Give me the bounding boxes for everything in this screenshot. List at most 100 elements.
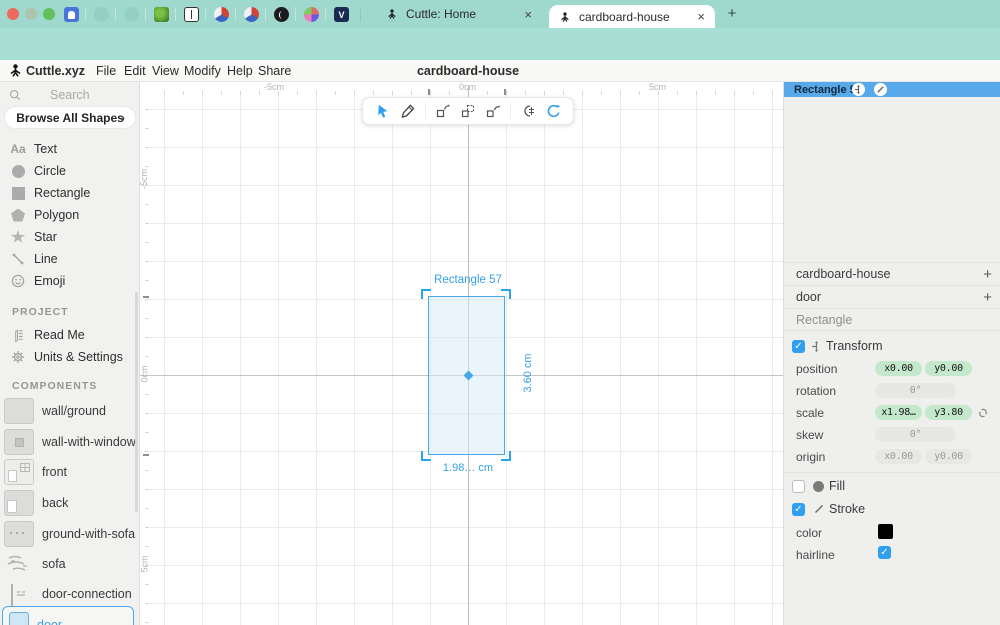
transform-copy-tool-icon[interactable] bbox=[430, 100, 455, 122]
menu-modify[interactable]: Modify bbox=[184, 64, 221, 78]
shape-label: Text bbox=[34, 142, 57, 156]
width-dimension-label[interactable]: 1.98… cm bbox=[408, 462, 528, 474]
rotation-field[interactable]: 0° bbox=[875, 383, 956, 398]
project-item-readme[interactable]: Read Me bbox=[0, 324, 139, 346]
transform-checkbox[interactable]: ✓ bbox=[792, 340, 805, 353]
origin-y-field[interactable]: y0.00 bbox=[925, 449, 972, 464]
pinned-extension-icon[interactable] bbox=[124, 7, 139, 22]
selection-corner-handle[interactable] bbox=[421, 289, 431, 299]
browse-label: Browse All Shapes bbox=[16, 110, 124, 125]
select-tool-icon[interactable] bbox=[370, 100, 395, 122]
search-field[interactable] bbox=[0, 85, 139, 104]
scale-x-field[interactable]: x1.98… bbox=[875, 405, 922, 420]
ruler-label: 0cm bbox=[139, 365, 150, 383]
pinned-extension-icon[interactable] bbox=[304, 7, 319, 22]
stroke-checkbox[interactable]: ✓ bbox=[792, 503, 805, 516]
fill-swatch-icon[interactable] bbox=[813, 481, 824, 492]
new-tab-button[interactable]: + bbox=[722, 4, 742, 24]
shape-item-polygon[interactable]: Polygon bbox=[0, 204, 139, 226]
menu-share[interactable]: Share bbox=[258, 64, 291, 78]
window-zoom-button[interactable] bbox=[43, 8, 55, 20]
add-icon[interactable]: + bbox=[983, 266, 992, 283]
browse-all-shapes-button[interactable]: Browse All Shapes › bbox=[4, 106, 136, 129]
pinned-extension-icon[interactable] bbox=[64, 7, 79, 22]
window-close-button[interactable] bbox=[7, 8, 19, 20]
component-label: front bbox=[42, 464, 68, 479]
stroke-color-swatch[interactable] bbox=[878, 524, 893, 539]
fill-checkbox[interactable] bbox=[792, 480, 805, 493]
tab-strip: V Cuttle: Home × cardboard-house × + bbox=[0, 0, 1000, 28]
stroke-label: Stroke bbox=[829, 502, 866, 516]
shape-item-line[interactable]: Line bbox=[0, 248, 139, 270]
pinned-extension-icon[interactable] bbox=[244, 7, 259, 22]
group-row-cardboard-house[interactable]: cardboard-house + bbox=[784, 262, 1000, 285]
component-thumbnail bbox=[4, 428, 34, 455]
shape-item-rectangle[interactable]: Rectangle bbox=[0, 182, 139, 204]
sidebar-scrollbar[interactable] bbox=[135, 292, 138, 512]
menu-file[interactable]: File bbox=[96, 64, 116, 78]
scale-copy-tool-icon[interactable] bbox=[455, 100, 480, 122]
browser-toolbar: ← → ↻ cuttle.xyz/@keremdiren/cardboard-h… bbox=[0, 28, 1000, 86]
component-thumbnail bbox=[4, 581, 34, 607]
component-item-door-connection[interactable]: door-connection bbox=[0, 579, 139, 608]
selection-corner-handle[interactable] bbox=[501, 451, 511, 461]
tab-close-icon[interactable]: × bbox=[524, 7, 532, 22]
cuttle-logo-icon[interactable] bbox=[8, 63, 23, 78]
menu-view[interactable]: View bbox=[152, 64, 179, 78]
brand-label[interactable]: Cuttle.xyz bbox=[26, 64, 85, 78]
selection-corner-handle[interactable] bbox=[421, 451, 431, 461]
component-item-sofa[interactable]: sofa bbox=[0, 549, 139, 578]
transform-header-icon[interactable] bbox=[852, 83, 865, 96]
component-thumbnail bbox=[4, 551, 34, 577]
menu-help[interactable]: Help bbox=[227, 64, 253, 78]
snap-grid-tool-icon[interactable] bbox=[515, 100, 540, 122]
hairline-checkbox[interactable]: ✓ bbox=[878, 546, 891, 559]
pinned-extension-icon[interactable] bbox=[184, 7, 199, 22]
rotate-copy-tool-icon[interactable] bbox=[481, 100, 506, 122]
tab-title: cardboard-house bbox=[579, 9, 670, 24]
shape-item-emoji[interactable]: Emoji bbox=[0, 270, 139, 292]
add-icon[interactable]: + bbox=[983, 289, 992, 306]
fill-section-row: Fill bbox=[784, 478, 1000, 500]
position-row: position x0.00 y0.00 bbox=[784, 358, 1000, 380]
window-minimize-button[interactable] bbox=[25, 8, 37, 20]
component-item-wall-with-window[interactable]: wall-with-window bbox=[0, 427, 139, 456]
pinned-extension-icon[interactable] bbox=[154, 7, 169, 22]
pinned-extension-icon[interactable]: V bbox=[334, 7, 349, 22]
skew-field[interactable]: 0° bbox=[875, 427, 956, 442]
pinned-extension-icon[interactable] bbox=[274, 7, 289, 22]
tab-cuttle-home[interactable]: Cuttle: Home × bbox=[376, 0, 542, 28]
project-item-units-settings[interactable]: Units & Settings bbox=[0, 346, 139, 368]
shape-item-circle[interactable]: Circle bbox=[0, 160, 139, 182]
scale-y-field[interactable]: y3.80 bbox=[925, 405, 972, 420]
shape-item-star[interactable]: Star bbox=[0, 226, 139, 248]
pinned-extension-icon[interactable] bbox=[94, 7, 109, 22]
scale-label: scale bbox=[796, 406, 825, 420]
height-dimension-label[interactable]: 3.60 cm bbox=[522, 337, 534, 409]
pinned-extension-icon[interactable] bbox=[214, 7, 229, 22]
transform-label: Transform bbox=[826, 339, 883, 353]
design-canvas[interactable]: -5cm 0cm 5cm -5cm 0cm 5cm bbox=[139, 82, 783, 625]
position-x-field[interactable]: x0.00 bbox=[875, 361, 922, 376]
chevron-right-icon: › bbox=[121, 110, 125, 125]
component-item-wall-ground[interactable]: wall/ground bbox=[0, 396, 139, 425]
pen-tool-icon[interactable] bbox=[395, 100, 420, 122]
tab-close-icon[interactable]: × bbox=[697, 9, 705, 24]
group-row-door[interactable]: door + bbox=[784, 285, 1000, 308]
component-item-front[interactable]: front bbox=[0, 457, 139, 486]
shape-item-text[interactable]: Aa Text bbox=[0, 138, 139, 160]
selection-corner-handle[interactable] bbox=[501, 289, 511, 299]
origin-x-field[interactable]: x0.00 bbox=[875, 449, 922, 464]
position-y-field[interactable]: y0.00 bbox=[925, 361, 972, 376]
link-scale-icon[interactable] bbox=[976, 406, 990, 420]
transform-section-row: ✓ Transform bbox=[784, 338, 1000, 360]
menu-edit[interactable]: Edit bbox=[124, 64, 146, 78]
project-label: Read Me bbox=[34, 328, 85, 342]
stroke-header-icon[interactable] bbox=[874, 83, 887, 96]
rotate-view-tool-icon[interactable] bbox=[541, 100, 566, 122]
tab-cardboard-house[interactable]: cardboard-house × bbox=[549, 5, 715, 28]
shape-type-row[interactable]: Rectangle bbox=[784, 308, 1000, 331]
component-item-back[interactable]: back bbox=[0, 488, 139, 517]
component-item-door[interactable]: door bbox=[0, 610, 139, 625]
component-item-ground-with-sofa[interactable]: ground-with-sofa bbox=[0, 519, 139, 548]
